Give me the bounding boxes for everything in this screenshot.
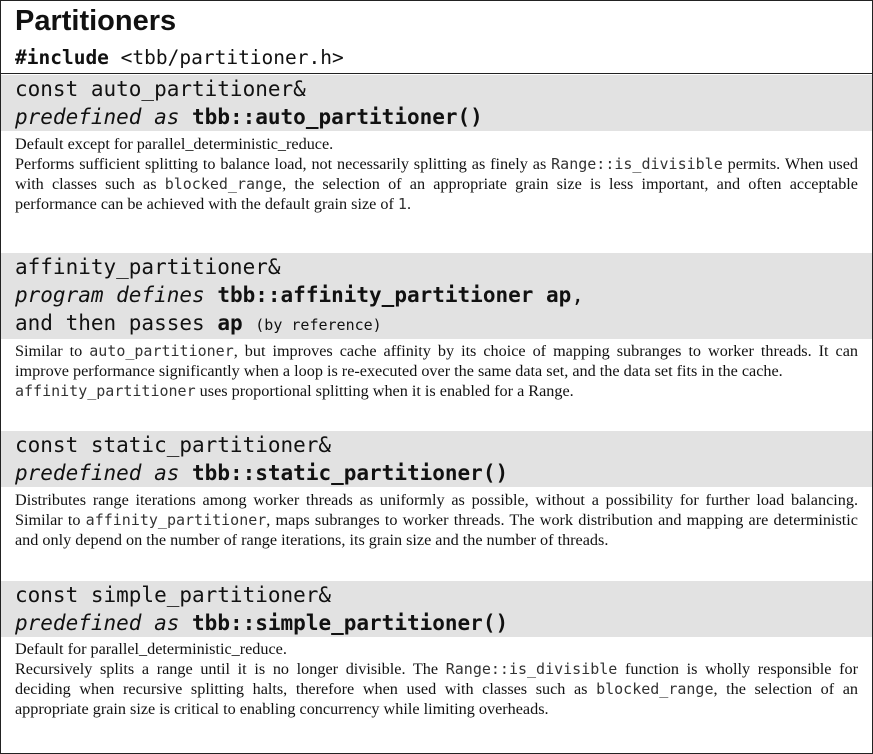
affinity-partitioner-splitting: affinity_partitioner uses proportional s… xyxy=(15,382,574,400)
auto-partitioner-heading: const auto_partitioner& predefined as tb… xyxy=(1,75,872,131)
affinity-partitioner-heading: affinity_partitioner& program defines tb… xyxy=(1,253,872,339)
auto-partitioner-predef: predefined as tbb::auto_partitioner() xyxy=(15,105,483,129)
affinity-partitioner-description: Similar to auto_partitioner, but improve… xyxy=(1,341,872,429)
simple-partitioner-description: Default for parallel_deterministic_reduc… xyxy=(1,639,872,753)
auto-partitioner-note: Default except for parallel_deterministi… xyxy=(15,135,334,153)
simple-partitioner-heading: const simple_partitioner& predefined as … xyxy=(1,581,872,637)
simple-partitioner-note: Default for parallel_deterministic_reduc… xyxy=(15,640,287,658)
static-partitioner-decl: const static_partitioner& xyxy=(15,433,332,457)
affinity-partitioner-body: Similar to auto_partitioner, but improve… xyxy=(15,342,858,380)
include-header: <tbb/partitioner.h> xyxy=(120,46,344,69)
static-partitioner-predef: predefined as tbb::static_partitioner() xyxy=(15,461,509,485)
include-keyword: #include xyxy=(15,46,109,69)
partitioners-table: Partitioners #include <tbb/partitioner.h… xyxy=(0,0,873,754)
auto-partitioner-description: Default except for parallel_deterministi… xyxy=(1,134,872,252)
static-partitioner-body: Distributes range iterations among worke… xyxy=(15,491,858,549)
page-title: Partitioners xyxy=(15,5,177,37)
simple-partitioner-decl: const simple_partitioner& xyxy=(15,583,332,607)
static-partitioner-heading: const static_partitioner& predefined as … xyxy=(1,431,872,487)
auto-partitioner-decl: const auto_partitioner& xyxy=(15,77,306,101)
simple-partitioner-body: Recursively splits a range until it is n… xyxy=(15,660,859,718)
static-partitioner-description: Distributes range iterations among worke… xyxy=(1,490,872,582)
include-line: #include <tbb/partitioner.h> xyxy=(1,41,872,74)
auto-partitioner-body: Performs sufficient splitting to balance… xyxy=(15,155,859,213)
affinity-partitioner-program: program defines tbb::affinity_partitione… xyxy=(15,283,584,307)
affinity-partitioner-decl: affinity_partitioner& xyxy=(15,255,281,279)
simple-partitioner-predef: predefined as tbb::simple_partitioner() xyxy=(15,611,509,635)
affinity-partitioner-passes: and then passes ap (by reference) xyxy=(15,311,382,335)
